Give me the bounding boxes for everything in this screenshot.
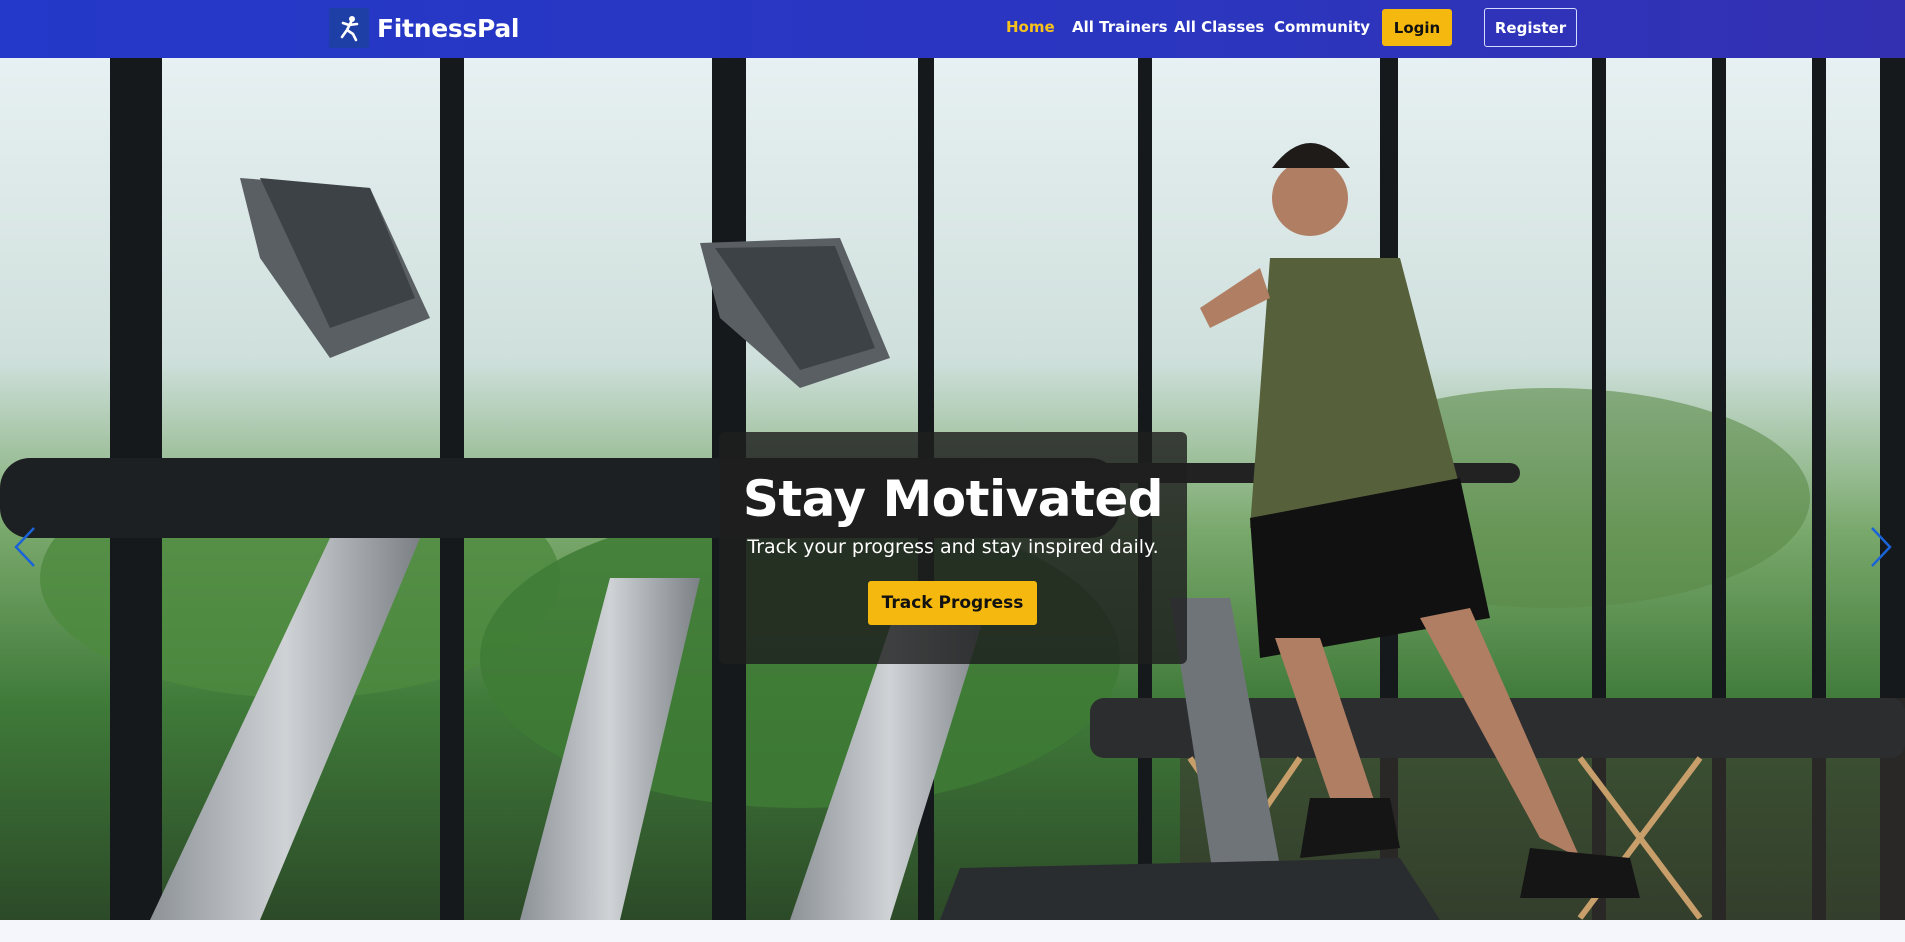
hero-subtitle: Track your progress and stay inspired da… <box>747 536 1159 558</box>
nav-item-home[interactable]: Home <box>1006 18 1055 36</box>
top-navbar: FitnessPal Home All Trainers All Classes… <box>0 0 1905 58</box>
page-below-hero <box>0 920 1905 942</box>
login-button[interactable]: Login <box>1382 9 1452 46</box>
carousel-prev-icon[interactable] <box>10 524 40 570</box>
track-progress-button[interactable]: Track Progress <box>868 581 1037 625</box>
carousel-next-icon[interactable] <box>1866 524 1896 570</box>
brand-name: FitnessPal <box>377 13 520 43</box>
nav-item-community[interactable]: Community <box>1274 18 1370 36</box>
hero-carousel: Stay Motivated Track your progress and s… <box>0 58 1905 920</box>
runner-icon <box>329 8 369 48</box>
hero-title: Stay Motivated <box>742 470 1164 528</box>
hero-caption: Stay Motivated Track your progress and s… <box>719 432 1187 664</box>
brand[interactable]: FitnessPal <box>329 8 520 48</box>
register-button[interactable]: Register <box>1484 8 1577 47</box>
nav-item-all-classes[interactable]: All Classes <box>1174 18 1264 36</box>
nav-item-all-trainers[interactable]: All Trainers <box>1072 18 1168 36</box>
